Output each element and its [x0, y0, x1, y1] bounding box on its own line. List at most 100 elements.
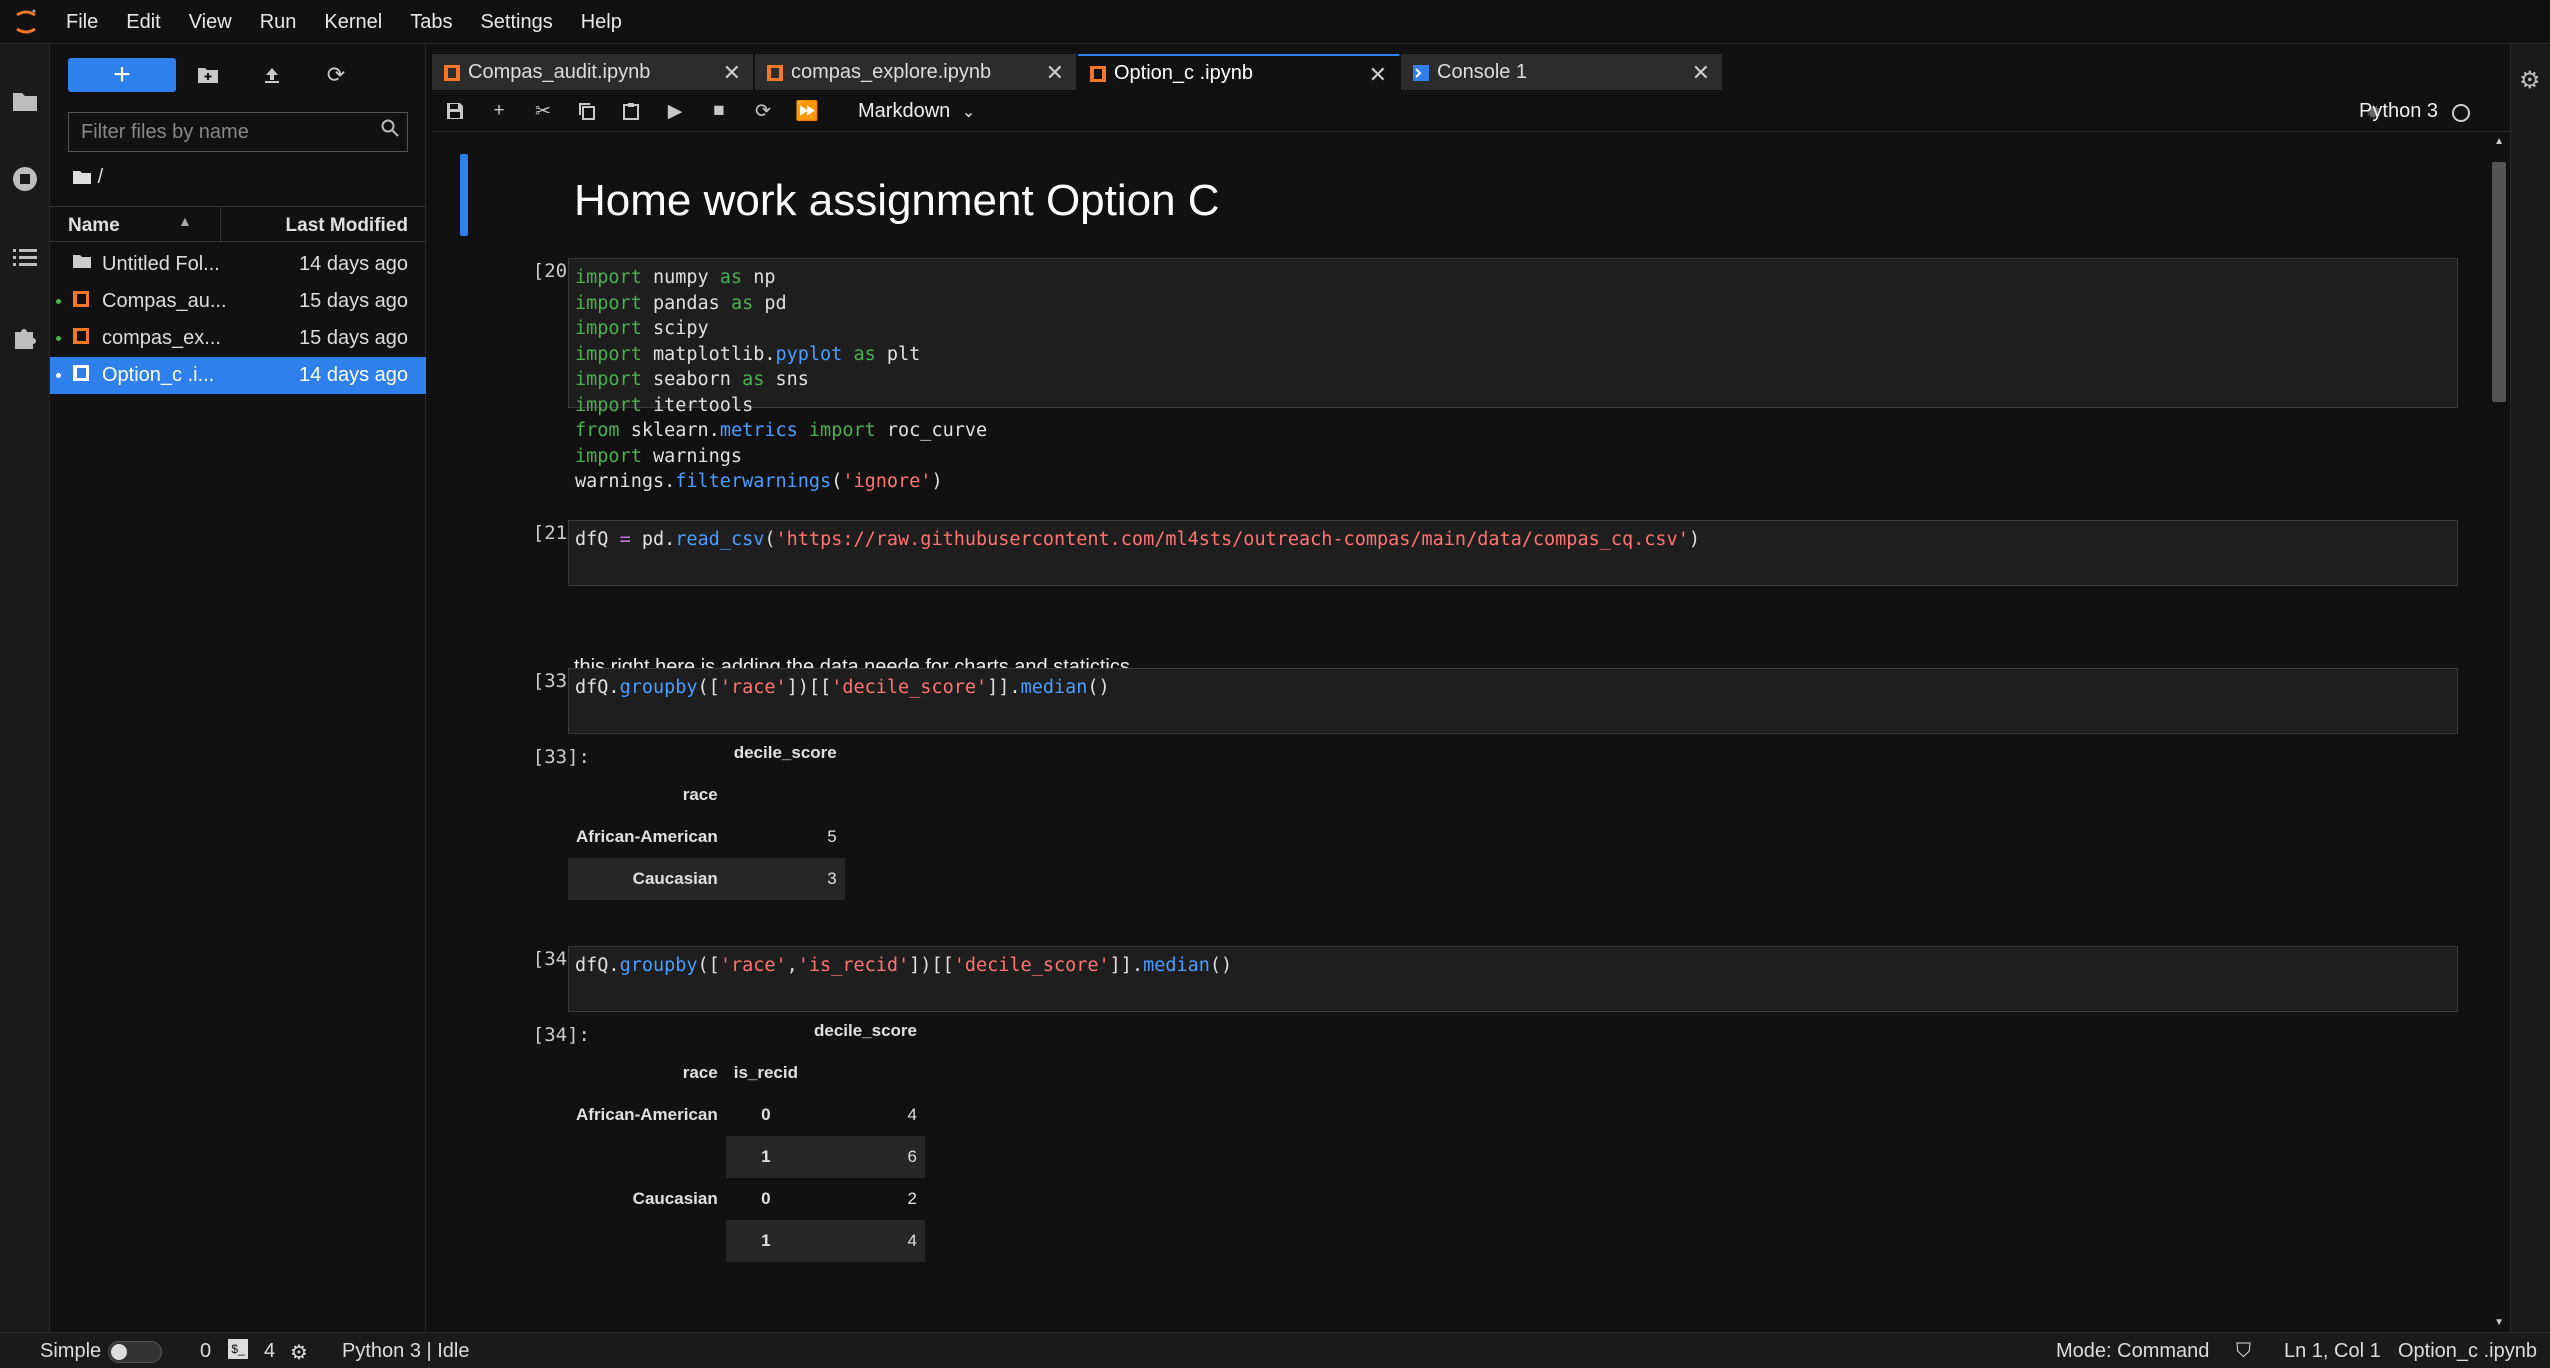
insert-cell-icon[interactable]: + — [484, 98, 514, 124]
folder-icon — [72, 253, 92, 275]
new-launcher-button[interactable]: + — [68, 58, 176, 92]
file-row[interactable]: Compas_au... 15 days ago — [50, 283, 426, 320]
cursor-position[interactable]: Ln 1, Col 1 — [2284, 1340, 2381, 1363]
folder-icon[interactable] — [0, 76, 50, 126]
file-list-header: Name ▲ Last Modified — [50, 206, 426, 243]
row-index: African-American — [576, 1105, 718, 1124]
kernel-status[interactable]: Python 3 | Idle — [342, 1340, 470, 1363]
menu-view[interactable]: View — [175, 0, 246, 44]
shield-icon[interactable]: ⛉ — [2236, 1340, 2251, 1363]
cell-collapser[interactable] — [460, 154, 468, 236]
row-subindex: 1 — [725, 1220, 806, 1262]
menu-edit[interactable]: Edit — [112, 0, 174, 44]
tab-option-c[interactable]: Option_c .ipynb ✕ — [1078, 54, 1400, 90]
filter-files-input[interactable]: Filter files by name — [68, 112, 408, 152]
notebook-icon — [767, 64, 783, 81]
tab-bar: Compas_audit.ipynb ✕ compas_explore.ipyn… — [432, 54, 2510, 90]
scrollbar-thumb[interactable] — [2492, 162, 2506, 402]
current-file-name: Option_c .ipynb — [2398, 1340, 2537, 1362]
run-icon[interactable]: ▶ — [660, 98, 690, 124]
cell-value: 3 — [725, 858, 845, 900]
notebook-icon — [72, 290, 90, 314]
terminal-icon: $_ — [228, 1339, 248, 1359]
code-cell-groupby-race-recid[interactable]: dfQ.groupby(['race','is_recid'])[['decil… — [568, 946, 2458, 1012]
close-icon[interactable]: ✕ — [1692, 60, 1710, 86]
new-folder-icon[interactable] — [188, 58, 228, 92]
kernel-name[interactable]: Python 3 — [2359, 100, 2438, 123]
notebook-panel[interactable]: Home work assignment Option C [20]: impo… — [432, 132, 2510, 1332]
paste-icon[interactable] — [616, 98, 646, 124]
refresh-icon[interactable]: ⟳ — [316, 58, 356, 92]
running-indicator — [56, 373, 61, 378]
code-cell-read-csv[interactable]: dfQ = pd.read_csv('https://raw.githubuse… — [568, 520, 2458, 586]
tab-compas-audit[interactable]: Compas_audit.ipynb ✕ — [432, 54, 754, 90]
running-sessions-icon[interactable] — [0, 154, 50, 204]
vertical-scrollbar[interactable]: ▲ ▼ — [2488, 132, 2510, 1332]
table-of-contents-icon[interactable] — [0, 232, 50, 282]
cell-value: 4 — [907, 1105, 917, 1124]
menu-tabs[interactable]: Tabs — [396, 0, 466, 44]
scroll-down-icon[interactable]: ▼ — [2494, 1317, 2504, 1328]
code-cell-groupby-race[interactable]: dfQ.groupby(['race'])[['decile_score']].… — [568, 668, 2458, 734]
file-modified: 15 days ago — [299, 290, 408, 312]
menu-help[interactable]: Help — [567, 0, 636, 44]
kernel-count[interactable]: 4 — [264, 1340, 275, 1363]
row-index — [568, 1220, 726, 1262]
tab-console[interactable]: Console 1 ✕ — [1401, 54, 1723, 90]
cell-value: 5 — [827, 827, 837, 846]
file-name: Compas_au... — [102, 290, 227, 312]
cell-type-value: Markdown — [858, 100, 951, 122]
close-icon[interactable]: ✕ — [1369, 62, 1387, 88]
upload-icon[interactable] — [252, 58, 292, 92]
close-icon[interactable]: ✕ — [1046, 60, 1064, 86]
cell-type-dropdown[interactable]: Markdown ⌄ — [858, 100, 975, 123]
property-inspector-gear-icon[interactable]: ⚙ — [2519, 66, 2541, 95]
restart-icon[interactable]: ⟳ — [748, 98, 778, 124]
cell-value: 2 — [907, 1189, 917, 1208]
tab-label: Compas_audit.ipynb — [468, 60, 651, 83]
copy-icon[interactable] — [572, 98, 602, 124]
table-row: African-American 0 4 — [568, 1094, 925, 1136]
filter-placeholder: Filter files by name — [81, 120, 249, 143]
file-row[interactable]: Untitled Fol... 14 days ago — [50, 246, 426, 283]
terminal-count[interactable]: 0 — [200, 1340, 211, 1363]
index-name: race — [682, 1063, 718, 1082]
row-index: Caucasian — [632, 1189, 718, 1208]
chevron-down-icon: ⌄ — [961, 104, 976, 121]
fast-forward-icon[interactable]: ⏩ — [792, 98, 822, 124]
index-name: is_recid — [733, 1063, 798, 1082]
column-modified-header[interactable]: Last Modified — [286, 215, 408, 237]
stop-icon[interactable]: ■ — [704, 98, 734, 124]
mode-indicator: Mode: Command — [2056, 1340, 2210, 1362]
scroll-up-icon[interactable]: ▲ — [2494, 136, 2504, 147]
notebook-icon — [72, 364, 90, 388]
menu-kernel[interactable]: Kernel — [310, 0, 396, 44]
breadcrumb-root[interactable]: / — [98, 166, 104, 188]
menu-run[interactable]: Run — [246, 0, 311, 44]
tab-label: Console 1 — [1437, 60, 1528, 83]
save-icon[interactable] — [440, 98, 470, 124]
index-name: race — [682, 785, 718, 804]
activity-bar — [0, 44, 50, 1332]
folder-icon — [73, 171, 91, 184]
sort-ascending-icon: ▲ — [178, 213, 192, 229]
tab-label: Option_c .ipynb — [1114, 61, 1253, 84]
cut-icon[interactable]: ✂ — [528, 98, 558, 124]
row-subindex: 1 — [725, 1136, 806, 1178]
notebook-icon — [72, 327, 90, 351]
file-row[interactable]: compas_ex... 15 days ago — [50, 320, 426, 357]
tab-compas-explore[interactable]: compas_explore.ipynb ✕ — [755, 54, 1077, 90]
extension-puzzle-icon[interactable] — [0, 312, 50, 362]
tab-label: compas_explore.ipynb — [791, 60, 992, 83]
close-icon[interactable]: ✕ — [723, 60, 741, 86]
menu-settings[interactable]: Settings — [466, 0, 566, 44]
simple-mode-label: Simple — [40, 1340, 102, 1362]
menu-file[interactable]: File — [52, 0, 112, 44]
column-name-header[interactable]: Name — [68, 215, 120, 237]
file-row-selected[interactable]: Option_c .i... 14 days ago — [50, 357, 426, 394]
notebook-toolbar: + ✂ ▶ ■ ⟳ ⏩ Markdown ⌄ ✹ Python 3 — [432, 90, 2510, 132]
cell-value: 6 — [805, 1136, 925, 1178]
simple-mode-toggle[interactable] — [108, 1341, 162, 1363]
breadcrumb[interactable]: / — [72, 166, 103, 189]
code-cell-imports[interactable]: import numpy as np import pandas as pd i… — [568, 258, 2458, 492]
